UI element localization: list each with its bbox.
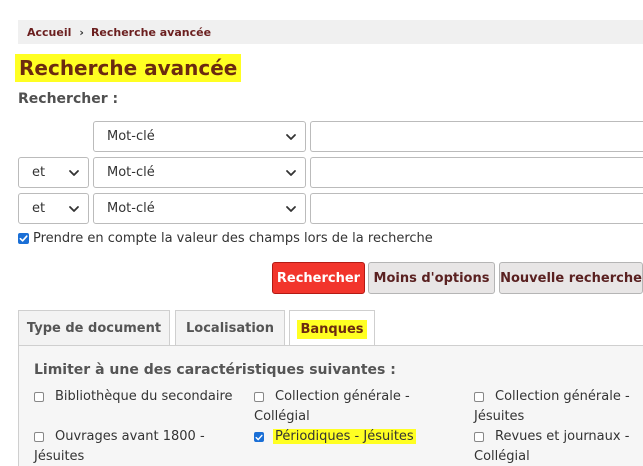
- option-collection-generale-collegial[interactable]: Collection générale - Collégial: [254, 387, 459, 427]
- tab-document-type[interactable]: Type de document: [18, 310, 170, 346]
- field-select-1[interactable]: Mot-clé: [93, 121, 306, 152]
- option-label: Ouvrages avant 1800 - Jésuites: [34, 429, 205, 464]
- tab-banks-label: Banques: [297, 319, 367, 339]
- option-checkbox[interactable]: [474, 392, 484, 402]
- option-periodiques-jesuites[interactable]: Périodiques - Jésuites: [254, 427, 459, 447]
- option-checkbox[interactable]: [254, 432, 264, 442]
- option-bibliotheque-secondaire[interactable]: Bibliothèque du secondaire: [34, 387, 239, 407]
- breadcrumb: Accueil › Recherche avancée: [18, 20, 643, 44]
- tab-banks[interactable]: Banques: [289, 310, 375, 347]
- field-select-2-value: Mot-clé: [107, 165, 155, 180]
- operator-select-3[interactable]: et: [18, 193, 89, 224]
- option-label: Périodiques - Jésuites: [273, 427, 459, 447]
- field-select-1-value: Mot-clé: [107, 129, 155, 144]
- keep-values-checkbox[interactable]: [18, 233, 29, 244]
- chevron-down-icon: [286, 170, 296, 176]
- option-revues-journaux-collegial[interactable]: Revues et journaux - Collégial: [474, 427, 639, 466]
- chevron-down-icon: [286, 134, 296, 140]
- breadcrumb-separator: ›: [79, 25, 84, 39]
- option-label-highlight: Périodiques - Jésuites: [273, 429, 416, 444]
- option-label: Bibliothèque du secondaire: [55, 389, 233, 404]
- new-search-button[interactable]: Nouvelle recherche: [499, 262, 643, 294]
- checkmark-icon: [255, 434, 263, 440]
- checkmark-icon: [19, 235, 28, 242]
- operator-select-3-value: et: [32, 201, 46, 216]
- option-label: Collection générale - Jésuites: [474, 389, 630, 424]
- breadcrumb-home-link[interactable]: Accueil: [27, 26, 71, 39]
- operator-select-2[interactable]: et: [18, 157, 89, 188]
- option-checkbox[interactable]: [34, 432, 44, 442]
- tab-location[interactable]: Localisation: [175, 310, 285, 346]
- field-select-2[interactable]: Mot-clé: [93, 157, 306, 188]
- page-title: Recherche avancée: [15, 54, 242, 82]
- option-label: Collection générale - Collégial: [254, 389, 410, 424]
- keep-values-option[interactable]: Prendre en compte la valeur des champs l…: [18, 231, 433, 246]
- limit-label: Limiter à une des caractéristiques suiva…: [34, 362, 396, 378]
- option-collection-generale-jesuites[interactable]: Collection générale - Jésuites: [474, 387, 639, 427]
- chevron-down-icon: [69, 206, 79, 212]
- chevron-down-icon: [286, 206, 296, 212]
- breadcrumb-current: Recherche avancée: [90, 25, 212, 39]
- chevron-down-icon: [69, 170, 79, 176]
- option-checkbox[interactable]: [474, 432, 484, 442]
- search-input-1[interactable]: [310, 121, 643, 152]
- option-checkbox[interactable]: [254, 392, 264, 402]
- field-select-3[interactable]: Mot-clé: [93, 193, 306, 224]
- search-input-3[interactable]: [310, 193, 643, 224]
- limit-tabs: Type de document Localisation Banques: [18, 310, 643, 347]
- field-select-3-value: Mot-clé: [107, 201, 155, 216]
- option-label: Revues et journaux - Collégial: [474, 429, 630, 464]
- search-button[interactable]: Rechercher: [272, 262, 365, 294]
- keep-values-label: Prendre en compte la valeur des champs l…: [33, 231, 433, 246]
- option-checkbox[interactable]: [34, 392, 44, 402]
- operator-select-2-value: et: [32, 165, 46, 180]
- fewer-options-button[interactable]: Moins d'options: [368, 262, 495, 294]
- search-label: Rechercher :: [18, 91, 119, 107]
- search-input-2[interactable]: [310, 157, 643, 188]
- option-ouvrages-avant-1800[interactable]: Ouvrages avant 1800 - Jésuites: [34, 427, 239, 466]
